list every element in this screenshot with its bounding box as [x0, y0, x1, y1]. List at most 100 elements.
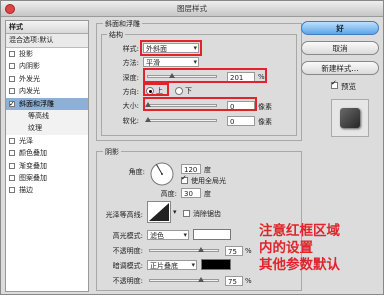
style-checkbox[interactable] — [9, 51, 15, 57]
highlight-opacity-thumb[interactable] — [198, 247, 204, 252]
highlight-box-direction — [143, 83, 169, 96]
altitude-unit: 度 — [204, 190, 211, 198]
highlight-box-style — [140, 40, 202, 56]
preview-tile — [340, 108, 360, 128]
style-checkbox[interactable] — [9, 174, 15, 181]
style-list-item-label: 投影 — [19, 50, 33, 58]
style-checkbox[interactable] — [9, 150, 15, 157]
annotation-line-3: 其他参数默认 — [259, 257, 340, 273]
direction-label: 方向: — [122, 88, 139, 96]
style-list-item[interactable]: 等高线 — [6, 109, 88, 123]
angle-input[interactable]: 120 — [181, 164, 201, 174]
gloss-contour-label: 光泽等高线: — [105, 211, 143, 219]
altitude-input[interactable]: 30 — [181, 188, 201, 198]
soften-slider[interactable] — [145, 117, 217, 122]
style-checkbox[interactable] — [9, 88, 15, 95]
style-list-item[interactable]: 内发光 — [6, 85, 88, 97]
structure-title: 结构 — [107, 30, 125, 40]
soften-input[interactable]: 0 — [227, 116, 255, 126]
size-unit: 像素 — [258, 103, 272, 111]
style-list-item-label: 图案叠加 — [19, 173, 47, 182]
highlight-opacity-input[interactable]: 75 — [225, 246, 243, 256]
size-label: 大小: — [122, 102, 139, 110]
shadow-opacity-label: 不透明度: — [112, 277, 143, 285]
style-list-item-label: 颜色叠加 — [19, 149, 47, 158]
technique-select[interactable]: 平滑 — [143, 57, 199, 67]
bevel-section-title: 斜面和浮雕 — [103, 19, 142, 29]
close-icon[interactable] — [5, 4, 15, 14]
layer-style-dialog: 图层样式 样式 混合选项:默认 投影内阴影外发光内发光斜面和浮雕等高线纹理光泽颜… — [0, 0, 384, 295]
shadow-opacity-thumb[interactable] — [198, 277, 204, 282]
shadow-mode-select[interactable]: 正片叠底 — [147, 260, 197, 270]
blend-options-item[interactable]: 混合选项:默认 — [6, 34, 88, 48]
title-bar: 图层样式 — [1, 1, 383, 17]
soften-label: 软化: — [122, 117, 139, 125]
antialias-checkbox[interactable] — [183, 210, 190, 217]
style-list-item[interactable]: 斜面和浮雕 — [6, 97, 88, 110]
style-list-item-label: 光泽 — [19, 136, 33, 145]
shadow-color-swatch[interactable] — [201, 259, 231, 270]
new-style-button[interactable]: 新建样式... — [301, 61, 379, 75]
annotation-line-2: 内的设置 — [259, 240, 313, 256]
angle-label: 角度: — [128, 168, 145, 176]
style-list-item[interactable]: 纹理 — [6, 122, 88, 135]
style-checkbox[interactable] — [9, 75, 15, 82]
style-list-item-label: 等高线 — [28, 111, 49, 120]
highlight-box-size — [143, 97, 257, 111]
annotation-text: 注意红框区域 内的设置 其他参数默认 — [259, 223, 383, 274]
highlight-opacity-label: 不透明度: — [112, 247, 143, 255]
preview-label: 预览 — [341, 82, 356, 91]
style-list-item[interactable]: 外发光 — [6, 73, 88, 85]
gloss-contour-picker[interactable] — [147, 201, 171, 223]
style-list-item-label: 外发光 — [19, 74, 40, 83]
shadow-mode-label: 暗调模式: — [112, 262, 143, 270]
depth-label: 深度: — [122, 74, 139, 82]
style-list-item[interactable]: 内阴影 — [6, 60, 88, 72]
altitude-label: 高度: — [160, 190, 177, 198]
direction-down-label: 下 — [185, 87, 192, 95]
angle-dial-icon[interactable] — [149, 161, 175, 187]
soften-slider-thumb[interactable] — [145, 117, 151, 122]
style-list-item-label: 描边 — [19, 186, 33, 195]
style-list-item-label: 斜面和浮雕 — [19, 99, 54, 108]
style-label: 样式: — [122, 45, 139, 53]
style-list-item-label: 纹理 — [28, 124, 42, 133]
shading-title: 阴影 — [103, 147, 121, 157]
style-preview-thumbnail — [331, 99, 369, 137]
window-title: 图层样式 — [177, 4, 207, 13]
style-list-item-label: 渐变叠加 — [19, 161, 47, 170]
style-checkbox[interactable] — [9, 98, 15, 110]
global-light-label: 使用全局光 — [191, 177, 226, 185]
shadow-opacity-input[interactable]: 75 — [225, 276, 243, 286]
style-list-item[interactable]: 投影 — [6, 48, 88, 60]
style-list-item[interactable]: 颜色叠加 — [6, 147, 88, 159]
style-list-item[interactable]: 光泽 — [6, 135, 88, 147]
style-list-panel: 样式 混合选项:默认 投影内阴影外发光内发光斜面和浮雕等高线纹理光泽颜色叠加渐变… — [5, 20, 89, 292]
shadow-opacity-slider[interactable] — [149, 277, 219, 282]
global-light-checkbox[interactable] — [181, 174, 188, 184]
technique-label: 方法: — [122, 59, 139, 67]
style-checkbox[interactable] — [9, 63, 15, 70]
highlight-mode-select[interactable]: 滤色 — [147, 230, 189, 240]
highlight-color-swatch[interactable] — [193, 229, 231, 240]
style-checkbox[interactable] — [9, 187, 15, 194]
style-list-item[interactable]: 描边 — [6, 184, 88, 196]
highlight-opacity-unit: % — [245, 247, 252, 255]
contour-dropdown-icon[interactable]: ▾ — [173, 208, 177, 216]
cancel-button[interactable]: 取消 — [301, 41, 379, 55]
soften-unit: 像素 — [258, 118, 272, 126]
highlight-opacity-slider[interactable] — [149, 247, 219, 252]
style-checkbox[interactable] — [9, 162, 15, 169]
preview-checkbox[interactable] — [331, 79, 338, 89]
style-list-item[interactable]: 图案叠加 — [6, 172, 88, 184]
angle-unit: 度 — [204, 166, 211, 174]
style-list-item-label: 内阴影 — [19, 62, 40, 71]
direction-down-radio[interactable] — [175, 87, 183, 95]
style-list-item-label: 内发光 — [19, 87, 40, 96]
style-list-header[interactable]: 样式 — [6, 21, 88, 34]
style-checkbox[interactable] — [9, 137, 15, 144]
highlight-box-depth — [143, 68, 267, 83]
ok-button[interactable]: 好 — [301, 21, 379, 35]
style-list-item[interactable]: 渐变叠加 — [6, 160, 88, 172]
antialias-label: 消除锯齿 — [193, 210, 221, 218]
